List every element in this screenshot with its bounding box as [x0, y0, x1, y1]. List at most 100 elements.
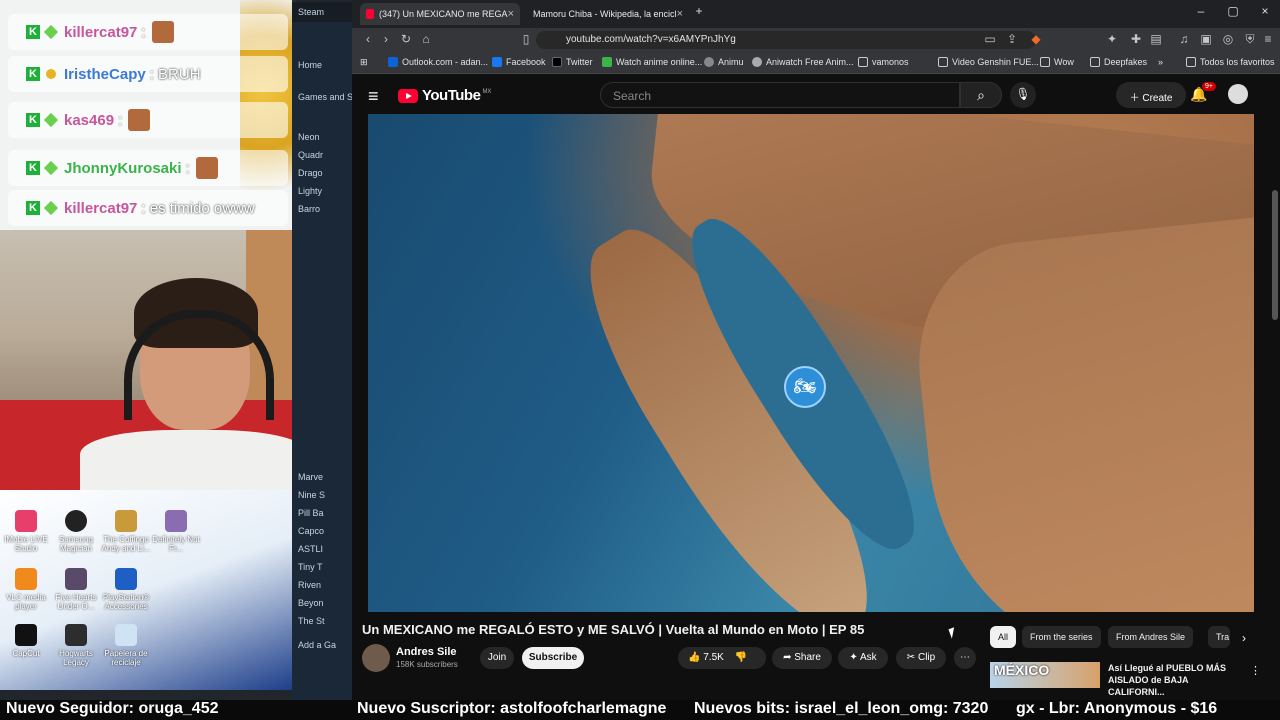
tab-wikipedia[interactable]: Mamoru Chiba - Wikipedia, la encicl × — [522, 3, 687, 25]
app-icon — [15, 510, 37, 532]
more-actions-icon[interactable]: ⋯ — [954, 647, 976, 669]
bookmark-label: Deepfakes — [1104, 57, 1148, 67]
ask-button[interactable]: ✦ Ask — [838, 647, 888, 669]
chip-from-series[interactable]: From the series — [1022, 626, 1101, 648]
reload-icon[interactable]: ↻ — [398, 32, 414, 46]
bookmark-all-favorites[interactable]: Todos los favoritos — [1186, 57, 1275, 67]
bookmark-icon[interactable]: ▯ — [518, 32, 534, 46]
search-input[interactable]: Search — [600, 82, 960, 108]
chevron-right-icon[interactable]: › — [1242, 631, 1246, 645]
youtube-logo[interactable]: YouTube MX — [398, 87, 491, 104]
puzzle-icon[interactable]: ✚ — [1128, 32, 1144, 46]
steam-game-item[interactable]: Pill Ba — [292, 504, 352, 522]
microphone-icon[interactable]: 🎙 — [1010, 82, 1036, 108]
kick-badge-icon: K — [26, 25, 40, 39]
avatar[interactable] — [1228, 84, 1248, 104]
forward-icon[interactable]: › — [378, 32, 394, 46]
minimize-icon[interactable]: – — [1186, 4, 1216, 18]
chip-trending[interactable]: Tra — [1208, 626, 1230, 648]
bookmark-twitter[interactable]: Twitter — [552, 57, 593, 67]
share-icon[interactable]: ⇪ — [1004, 32, 1020, 46]
close-icon[interactable]: × — [508, 8, 514, 20]
vpn-icon[interactable]: ◎ — [1220, 32, 1236, 46]
clip-button[interactable]: ✂ Clip — [896, 647, 946, 669]
window-close-icon[interactable]: × — [1250, 4, 1280, 18]
desktop-icon[interactable]: Papelera de reciclaje — [100, 622, 152, 682]
steam-game-item[interactable]: Capco — [292, 522, 352, 540]
cast-icon[interactable]: ▭ — [982, 32, 998, 46]
anime-site-icon — [602, 57, 612, 67]
more-vert-icon[interactable]: ⋮ — [1250, 664, 1261, 677]
sidebar-icon[interactable]: ▤ — [1148, 32, 1164, 46]
steam-game-item[interactable]: The St — [292, 612, 352, 630]
steam-game-item[interactable]: Marve — [292, 468, 352, 486]
like-dislike-group[interactable]: 👍 7.5K 👎 — [678, 647, 766, 669]
create-button[interactable]: ＋ Create — [1116, 82, 1186, 108]
thumbs-down-icon[interactable]: 👎 — [735, 652, 747, 663]
steam-game-item[interactable]: Beyon — [292, 594, 352, 612]
channel-name[interactable]: Andres Sile — [396, 646, 457, 658]
steam-game-item[interactable]: Tiny T — [292, 558, 352, 576]
desktop-icon[interactable]: Samsung Magician — [50, 508, 102, 568]
steam-game-item[interactable]: Neon — [292, 128, 352, 146]
recommended-thumbnail[interactable]: MÉXICO — [990, 662, 1100, 688]
scrollbar[interactable] — [1272, 190, 1278, 320]
steam-add-game[interactable]: Add a Ga — [292, 636, 352, 654]
desktop-icon[interactable]: Five Hearts Under O... — [50, 566, 102, 626]
video-player[interactable]: 🏍 — [368, 114, 1254, 612]
address-bar[interactable]: youtube.com/watch?v=x6AMYPnJhYg — [536, 31, 1036, 49]
close-icon[interactable]: × — [677, 8, 683, 20]
share-button[interactable]: ➦ Share — [772, 647, 832, 669]
chevron-right-icon[interactable]: » — [1158, 57, 1163, 67]
menu-icon[interactable]: ≡ — [1260, 32, 1276, 46]
bookmark-outlook[interactable]: Outlook.com - adan... — [388, 57, 488, 67]
thumbs-up-icon[interactable]: 👍 — [688, 652, 700, 663]
chip-from-channel[interactable]: From Andres Sile — [1108, 626, 1194, 648]
join-button[interactable]: Join — [480, 647, 514, 669]
steam-nav-home[interactable]: Home — [292, 56, 352, 74]
desktop-icon[interactable]: The Coffingo Andy and Li... — [100, 508, 152, 568]
apps-icon[interactable]: ⊞ — [360, 57, 368, 68]
bookmark-anime[interactable]: Watch anime online... — [602, 57, 702, 67]
steam-game-item[interactable]: Nine S — [292, 486, 352, 504]
desktop-icon[interactable]: PlayStation® Accessories — [100, 566, 152, 626]
desktop-icon[interactable]: IMobie LIVE Studio — [0, 508, 52, 568]
bookmark-facebook[interactable]: Facebook — [492, 57, 546, 67]
wallet-icon[interactable]: ▣ — [1198, 32, 1214, 46]
bookmark-folder-deepfakes[interactable]: Deepfakes — [1090, 57, 1147, 67]
tab-youtube[interactable]: (347) Un MEXICANO me REGA × — [360, 3, 520, 25]
steam-game-item[interactable]: Drago — [292, 164, 352, 182]
extension-icon[interactable]: ✦ — [1104, 32, 1120, 46]
search-icon[interactable]: ⌕ — [960, 82, 1002, 108]
desktop-icon-label: Definitely Not Fr... — [152, 535, 200, 553]
home-icon[interactable]: ⌂ — [418, 32, 434, 46]
steam-nav-games[interactable]: Games and S — [292, 88, 352, 106]
shield-icon[interactable]: ⛨ — [1242, 32, 1258, 47]
recommended-title[interactable]: Así Llegué al PUEBLO MÁS AISLADO de BAJA… — [1108, 662, 1244, 698]
bookmark-animu[interactable]: Animu — [704, 57, 744, 67]
bookmark-folder-genshin[interactable]: Video Genshin FUE... — [938, 57, 1039, 67]
desktop-icon[interactable]: Hogwarts Legacy — [50, 622, 102, 682]
steam-window-title[interactable]: Steam — [292, 2, 352, 22]
app-icon — [65, 624, 87, 646]
hamburger-menu-icon[interactable]: ≡ — [368, 86, 379, 107]
desktop-icon[interactable]: VLC media player — [0, 566, 52, 626]
new-tab-button[interactable]: + — [684, 4, 714, 18]
maximize-icon[interactable]: ▢ — [1218, 4, 1248, 18]
bookmark-folder-wow[interactable]: Wow — [1040, 57, 1074, 67]
desktop-icon[interactable]: CapCut — [0, 622, 52, 682]
bookmark-folder-vamonos[interactable]: vamonos — [858, 57, 909, 67]
music-icon[interactable]: ♫ — [1176, 32, 1192, 46]
desktop-icon[interactable]: Definitely Not Fr... — [150, 508, 202, 568]
steam-game-item[interactable]: Lighty — [292, 182, 352, 200]
subscribe-button[interactable]: Subscribe — [522, 647, 584, 669]
bookmark-aniwatch[interactable]: Aniwatch Free Anim... — [752, 57, 854, 67]
steam-game-item[interactable]: ASTLI — [292, 540, 352, 558]
back-icon[interactable]: ‹ — [360, 32, 376, 46]
steam-game-item[interactable]: Quadr — [292, 146, 352, 164]
steam-game-item[interactable]: Riven — [292, 576, 352, 594]
chip-all[interactable]: All — [990, 626, 1017, 648]
channel-avatar[interactable] — [362, 644, 390, 672]
steam-game-item[interactable]: Barro — [292, 200, 352, 218]
brave-shield-icon[interactable]: ◆ — [1028, 32, 1044, 46]
